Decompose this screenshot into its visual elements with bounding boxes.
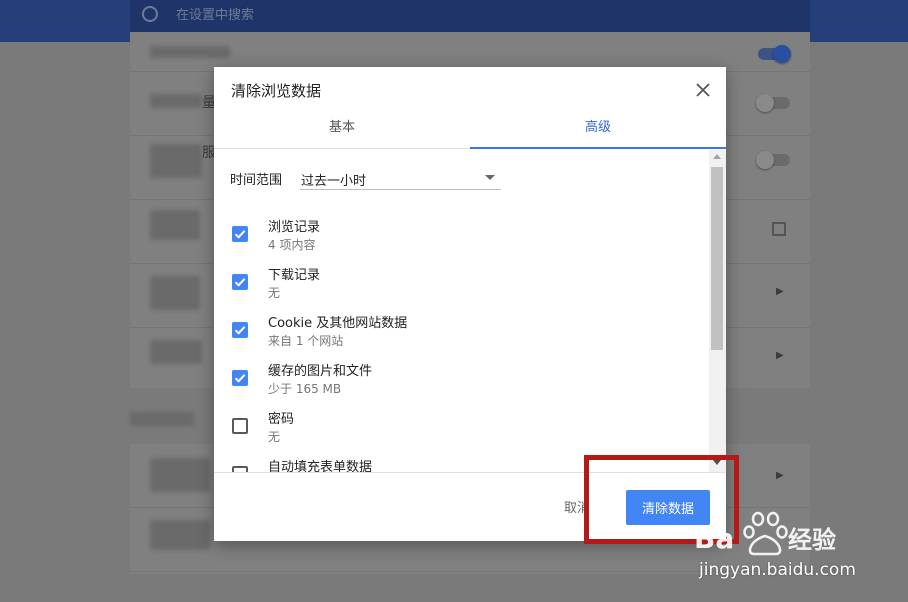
time-range-select[interactable]: 过去一小时 [300,164,501,190]
time-range-label: 时间范围 [230,173,283,188]
scrollbar-thumb[interactable] [711,167,723,350]
checkmark-icon [234,230,246,239]
item-title: 密码 [268,412,295,427]
dialog-content: 时间范围 过去一小时 浏览记录 4 项内容 下载记录 无 Cookie 及其他网… [214,150,726,472]
chevron-right-icon: ▶ [776,470,784,481]
setting-toggle[interactable] [756,151,790,169]
checkbox-unchecked[interactable] [232,418,248,434]
item-subtitle: 来自 1 个网站 [268,334,344,348]
tab-advanced[interactable]: 高级 [470,111,726,149]
chevron-right-icon: ▶ [776,286,784,297]
data-type-item-passwords[interactable]: 密码 无 [214,408,704,454]
tab-basic[interactable]: 基本 [214,111,470,149]
item-subtitle: 无 [268,430,281,444]
close-button[interactable] [692,79,714,101]
search-icon [142,6,158,22]
dialog-title: 清除浏览数据 [231,82,322,100]
checkbox-checked[interactable] [232,322,248,338]
data-type-item-cookies[interactable]: Cookie 及其他网站数据 来自 1 个网站 [214,312,704,358]
settings-search-placeholder: 在设置中搜索 [176,8,255,23]
item-title: 下载记录 [268,268,321,283]
checkbox-checked[interactable] [232,226,248,242]
svg-text:Ba: Ba [694,522,734,555]
item-subtitle: 4 项内容 [268,238,316,252]
dialog-scrollbar[interactable] [709,150,726,472]
item-subtitle: 少于 165 MB [268,382,342,396]
dialog-tabs: 基本 高级 [214,111,726,149]
data-type-item-history[interactable]: 浏览记录 4 项内容 [214,216,704,262]
item-title: 自动填充表单数据 [268,460,373,472]
checkmark-icon [234,278,246,287]
time-range-value: 过去一小时 [301,174,367,189]
setting-toggle[interactable] [758,45,791,63]
setting-toggle[interactable] [756,94,790,112]
checkmark-icon [234,374,246,383]
close-icon [696,83,710,97]
item-subtitle: 无 [268,286,281,300]
external-link-icon[interactable] [772,222,786,236]
chevron-right-icon: ▶ [776,350,784,361]
svg-text:经验: 经验 [788,526,836,554]
item-title: 缓存的图片和文件 [268,364,373,379]
checkmark-icon [234,326,246,335]
dropdown-arrow-icon [485,175,495,180]
checkbox-checked[interactable] [232,370,248,386]
item-title: Cookie 及其他网站数据 [268,316,408,331]
data-type-item-cache[interactable]: 缓存的图片和文件 少于 165 MB [214,360,704,406]
data-type-item-downloads[interactable]: 下载记录 无 [214,264,704,310]
baidu-watermark-logo: Ba 经验 [694,511,836,556]
scroll-up-arrow-icon[interactable] [713,154,721,159]
checkbox-checked[interactable] [232,274,248,290]
item-title: 浏览记录 [268,220,321,235]
settings-row[interactable] [130,32,810,72]
watermark-url: jingyan.baidu.com [699,560,856,580]
